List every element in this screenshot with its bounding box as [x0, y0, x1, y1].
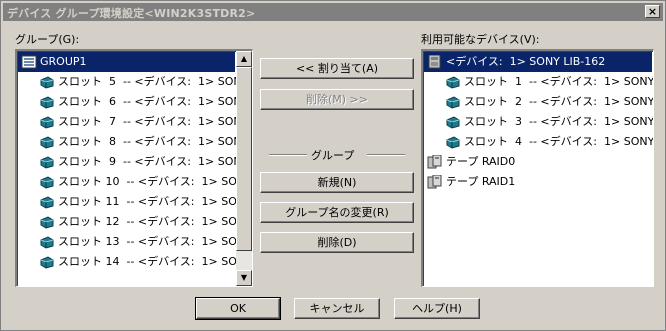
group-section-label: グループ [311, 149, 355, 162]
device-item-label: スロット 3 -- <デバイス: 1> SONY LIB [464, 115, 654, 128]
group-item-label: GROUP1 [40, 55, 87, 68]
rename-group-button[interactable]: グループ名の変更(R) [260, 202, 414, 223]
title-bar[interactable]: デバイス グループ環境設定<WIN2K3STDR2> × [3, 3, 663, 21]
group-item-label: スロット 9 -- <デバイス: 1> SONY [58, 155, 249, 168]
devices-label: 利用可能なデバイス(V): [421, 33, 540, 46]
tape-slot-icon [39, 75, 55, 89]
group-item[interactable]: スロット 10 -- <デバイス: 1> SONY [18, 172, 252, 192]
remove-button[interactable]: 削除(M) >> [260, 89, 414, 110]
scroll-down-arrow-icon[interactable]: ▼ [236, 270, 252, 286]
group-item-label: スロット 6 -- <デバイス: 1> SONY [58, 95, 249, 108]
group-item-label: スロット 14 -- <デバイス: 1> SONY [58, 255, 252, 268]
devices-tree[interactable]: <デバイス: 1> SONY LIB-162 スロット 1 -- <デバイス: 1… [421, 49, 654, 287]
device-item[interactable]: テープ RAID1 [424, 172, 652, 192]
device-item[interactable]: スロット 1 -- <デバイス: 1> SONY LIB [424, 72, 654, 92]
device-item[interactable]: テープ RAID0 [424, 152, 652, 172]
group-item[interactable]: スロット 8 -- <デバイス: 1> SONY [18, 132, 248, 152]
group-item[interactable]: スロット 5 -- <デバイス: 1> SONY [18, 72, 248, 92]
tape-slot-icon [445, 75, 461, 89]
raid-icon [427, 154, 443, 169]
device-item-label: テープ RAID1 [446, 175, 516, 188]
groups-label: グループ(G): [15, 33, 80, 46]
assign-button[interactable]: << 割り当て(A) [260, 58, 414, 79]
tape-slot-icon [39, 255, 55, 269]
groups-tree[interactable]: GROUP1 スロット 5 -- <デバイス: 1> SONY スロット 6 -- … [15, 49, 253, 287]
group-item-label: スロット 8 -- <デバイス: 1> SONY [58, 135, 249, 148]
delete-group-button[interactable]: 削除(D) [260, 232, 414, 253]
group-divider-left [269, 154, 307, 156]
groups-scrollbar[interactable]: ▲ ▼ [236, 51, 252, 286]
cancel-button[interactable]: キャンセル [294, 298, 380, 319]
window-title: デバイス グループ環境設定<WIN2K3STDR2> [7, 7, 256, 20]
scroll-thumb[interactable] [236, 67, 252, 251]
group-item-label: スロット 5 -- <デバイス: 1> SONY [58, 75, 249, 88]
device-item[interactable]: <デバイス: 1> SONY LIB-162 [424, 52, 652, 72]
library-icon [427, 54, 443, 69]
device-item-label: スロット 2 -- <デバイス: 1> SONY LIB [464, 95, 654, 108]
raid-icon [427, 174, 443, 189]
tape-slot-icon [39, 235, 55, 249]
tape-slot-icon [39, 95, 55, 109]
group-item[interactable]: スロット 7 -- <デバイス: 1> SONY [18, 112, 248, 132]
new-group-button[interactable]: 新規(N) [260, 172, 414, 193]
group-item[interactable]: スロット 6 -- <デバイス: 1> SONY [18, 92, 248, 112]
device-group-dialog: デバイス グループ環境設定<WIN2K3STDR2> × グループ(G): GR… [0, 0, 666, 331]
help-button[interactable]: ヘルプ(H) [394, 298, 480, 319]
group-item[interactable]: スロット 14 -- <デバイス: 1> SONY [18, 252, 252, 272]
device-item[interactable]: スロット 3 -- <デバイス: 1> SONY LIB [424, 112, 654, 132]
group-item[interactable]: GROUP1 [18, 52, 235, 72]
tape-slot-icon [445, 115, 461, 129]
tape-slot-icon [39, 115, 55, 129]
device-item-label: <デバイス: 1> SONY LIB-162 [446, 55, 606, 68]
ok-button[interactable]: OK [195, 297, 281, 320]
group-divider-right [367, 154, 405, 156]
group-item[interactable]: スロット 12 -- <デバイス: 1> SONY [18, 212, 252, 232]
tape-slot-icon [39, 135, 55, 149]
group-item-label: スロット 11 -- <デバイス: 1> SONY [58, 195, 252, 208]
group-item[interactable]: スロット 9 -- <デバイス: 1> SONY [18, 152, 248, 172]
group-item-label: スロット 7 -- <デバイス: 1> SONY [58, 115, 249, 128]
device-item-label: スロット 4 -- <デバイス: 1> SONY LIB [464, 135, 654, 148]
device-item[interactable]: スロット 2 -- <デバイス: 1> SONY LIB [424, 92, 654, 112]
tape-slot-icon [39, 215, 55, 229]
group-item[interactable]: スロット 11 -- <デバイス: 1> SONY [18, 192, 252, 212]
tape-slot-icon [445, 135, 461, 149]
device-item[interactable]: スロット 4 -- <デバイス: 1> SONY LIB [424, 132, 654, 152]
group-item-label: スロット 12 -- <デバイス: 1> SONY [58, 215, 252, 228]
device-item-label: テープ RAID0 [446, 155, 516, 168]
close-button[interactable]: × [645, 5, 660, 18]
device-item-label: スロット 1 -- <デバイス: 1> SONY LIB [464, 75, 654, 88]
tape-slot-icon [39, 175, 55, 189]
tape-slot-icon [39, 155, 55, 169]
group-item-label: スロット 13 -- <デバイス: 1> SONY [58, 235, 252, 248]
scroll-up-arrow-icon[interactable]: ▲ [236, 51, 252, 67]
group-item-label: スロット 10 -- <デバイス: 1> SONY [58, 175, 252, 188]
group-item[interactable]: スロット 13 -- <デバイス: 1> SONY [18, 232, 252, 252]
tape-slot-icon [39, 195, 55, 209]
group-icon [21, 55, 37, 69]
tape-slot-icon [445, 95, 461, 109]
